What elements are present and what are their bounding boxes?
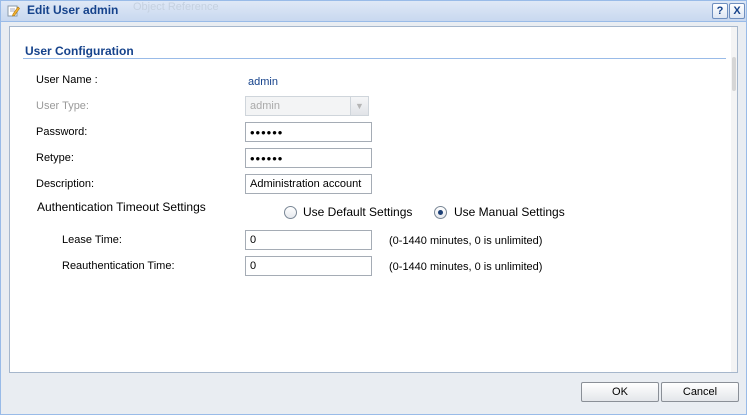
use-default-settings-label[interactable]: Use Default Settings	[303, 205, 412, 219]
title-bar[interactable]: Edit User admin Object Reference ? X	[1, 1, 746, 22]
description-label: Description:	[36, 178, 95, 190]
auth-timeout-label: Authentication Timeout Settings	[37, 200, 206, 214]
reauthentication-time-hint: (0-1440 minutes, 0 is unlimited)	[389, 261, 543, 273]
dialog-title: Edit User admin	[27, 3, 119, 17]
password-label: Password:	[36, 126, 88, 138]
section-title: User Configuration	[25, 44, 134, 58]
user-type-label: User Type:	[36, 100, 89, 112]
user-name-value: admin	[248, 76, 278, 88]
password-field[interactable]: ••••••	[245, 122, 372, 142]
user-type-value: admin	[250, 100, 280, 112]
use-default-settings-radio[interactable]	[284, 206, 297, 219]
user-type-select: admin ▼	[245, 96, 369, 116]
close-button[interactable]: X	[729, 3, 745, 19]
use-manual-settings-radio[interactable]	[434, 206, 447, 219]
retype-password-field[interactable]: ••••••	[245, 148, 372, 168]
cancel-button[interactable]: Cancel	[661, 382, 739, 402]
lease-time-field[interactable]: 0	[245, 230, 372, 250]
reauthentication-time-label: Reauthentication Time:	[62, 260, 175, 272]
reauthentication-time-field[interactable]: 0	[245, 256, 372, 276]
scrollbar[interactable]	[731, 27, 737, 372]
section-divider	[23, 58, 726, 59]
user-configuration-panel: User Configuration User Name : admin Use…	[9, 26, 738, 373]
retype-label: Retype:	[36, 152, 74, 164]
use-manual-settings-label[interactable]: Use Manual Settings	[454, 205, 565, 219]
edit-pencil-icon	[7, 5, 20, 17]
lease-time-hint: (0-1440 minutes, 0 is unlimited)	[389, 235, 543, 247]
edit-user-dialog: Edit User admin Object Reference ? X Use…	[0, 0, 747, 415]
description-field[interactable]: Administration account	[245, 174, 372, 194]
user-name-label: User Name :	[36, 74, 98, 86]
scrollbar-thumb[interactable]	[732, 57, 736, 91]
ok-button[interactable]: OK	[581, 382, 659, 402]
lease-time-label: Lease Time:	[62, 234, 122, 246]
chevron-down-icon: ▼	[350, 97, 368, 115]
background-window-title: Object Reference	[133, 1, 219, 13]
help-button[interactable]: ?	[712, 3, 728, 19]
